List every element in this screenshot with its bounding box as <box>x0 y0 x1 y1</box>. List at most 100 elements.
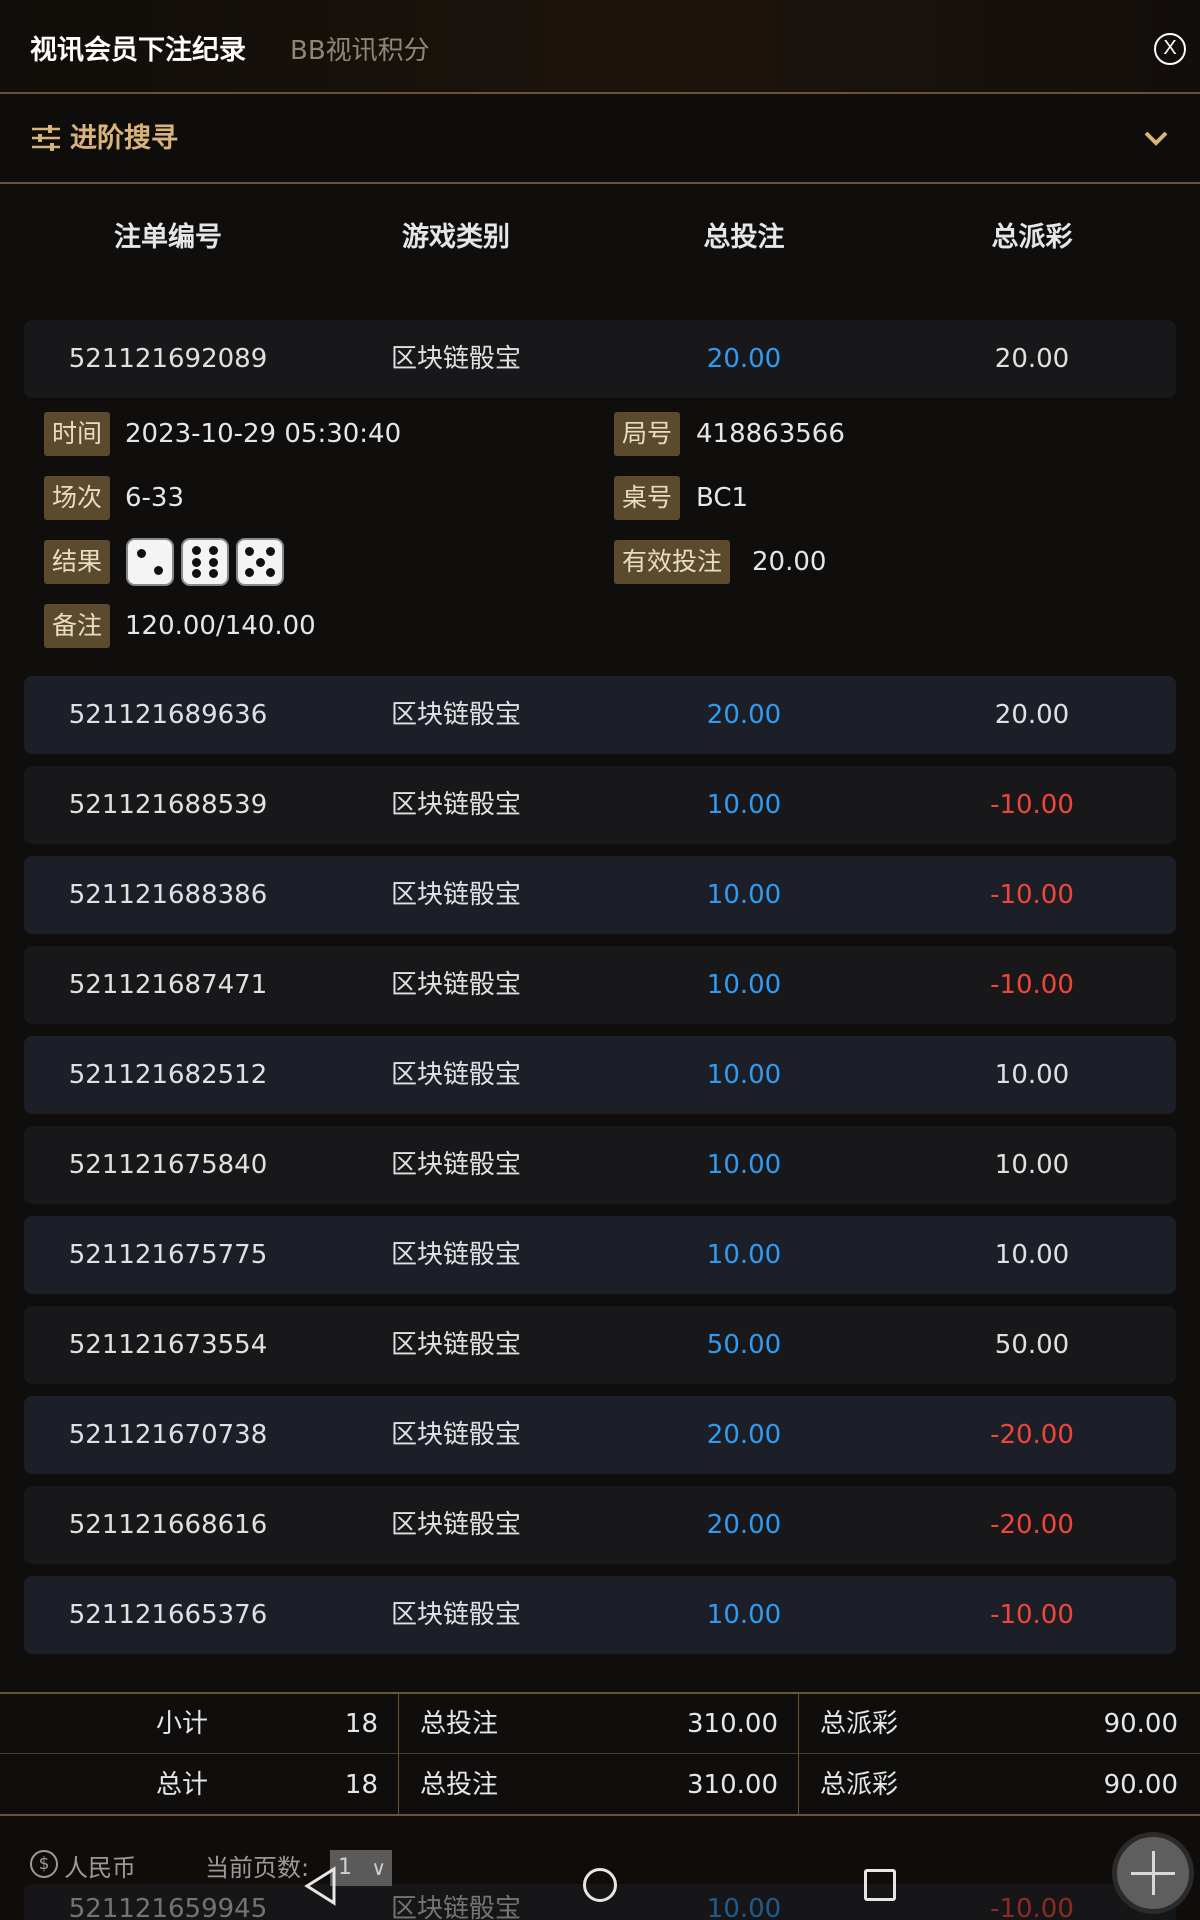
game-type: 区块链骰宝 <box>390 1894 521 1920</box>
table-row-expanded[interactable]: 521121692089 区块链骰宝 20.00 20.00 <box>24 320 1176 398</box>
total-bet: 20.00 <box>706 1510 782 1540</box>
table-value: BC1 <box>696 483 749 513</box>
table-row[interactable]: 521121675840 区块链骰宝 10.00 10.00 <box>24 1126 1176 1204</box>
total-label: 总计 <box>156 1770 209 1800</box>
subtotal-row: 小计 18 总投注 310.00 总派彩 90.00 <box>0 1694 1200 1754</box>
game-type: 区块链骰宝 <box>390 970 521 1000</box>
total-payout: -10.00 <box>990 970 1074 1000</box>
valid-bet-value: 20.00 <box>752 547 827 577</box>
header-bar: 视讯会员下注纪录 BB视讯积分 X <box>0 0 1200 94</box>
game-type: 区块链骰宝 <box>390 1600 521 1630</box>
total-bet: 10.00 <box>706 1894 782 1920</box>
column-header-bet-id: 注单编号 <box>114 222 222 253</box>
back-nav-icon[interactable] <box>304 1866 338 1906</box>
note-tag: 备注 <box>44 604 111 648</box>
floating-add-button[interactable] <box>1112 1832 1194 1914</box>
subtotal-pay: 90.00 <box>1103 1709 1178 1739</box>
total-bet: 20.00 <box>706 1420 782 1450</box>
subtotal-pay-label: 总派彩 <box>820 1709 899 1739</box>
column-header-total-payout: 总派彩 <box>991 222 1073 253</box>
die-icon <box>181 538 229 586</box>
advanced-search-bar[interactable]: 进阶搜寻 <box>0 94 1200 184</box>
note-value: 120.00/140.00 <box>125 611 316 641</box>
total-pay-label: 总派彩 <box>820 1770 899 1800</box>
subtotal-count: 18 <box>344 1709 378 1739</box>
bet-id: 521121675775 <box>68 1240 268 1270</box>
table-tag: 桌号 <box>614 476 681 520</box>
total-payout: -10.00 <box>990 1600 1074 1630</box>
game-type: 区块链骰宝 <box>390 1420 521 1450</box>
table-row[interactable]: 521121670738 区块链骰宝 20.00 -20.00 <box>24 1396 1176 1474</box>
column-header-game-type: 游戏类别 <box>402 222 510 253</box>
total-bet: 10.00 <box>706 1060 782 1090</box>
recent-apps-icon[interactable] <box>864 1869 896 1901</box>
chevron-down-icon: ∨ <box>371 1856 386 1880</box>
summary-panel: 小计 18 总投注 310.00 总派彩 90.00 总计 18 总投注 310… <box>0 1692 1200 1816</box>
total-bet: 20.00 <box>706 344 782 374</box>
valid-bet-tag: 有效投注 <box>614 540 731 584</box>
table-header: 注单编号 游戏类别 总投注 总派彩 <box>24 215 1176 261</box>
game-type: 区块链骰宝 <box>390 880 521 910</box>
game-type: 区块链骰宝 <box>390 1240 521 1270</box>
total-payout: 10.00 <box>994 1060 1070 1090</box>
table-row[interactable]: 521121687471 区块链骰宝 10.00 -10.00 <box>24 946 1176 1024</box>
table-row[interactable]: 521121689636 区块链骰宝 20.00 20.00 <box>24 676 1176 754</box>
subtotal-label: 小计 <box>156 1709 209 1739</box>
game-type: 区块链骰宝 <box>390 344 521 374</box>
table-row[interactable]: 521121682512 区块链骰宝 10.00 10.00 <box>24 1036 1176 1114</box>
current-page-label: 当前页数: <box>205 1854 310 1882</box>
subtotal-bet-label: 总投注 <box>420 1709 499 1739</box>
game-type: 区块链骰宝 <box>390 790 521 820</box>
advanced-search-label: 进阶搜寻 <box>70 123 178 154</box>
table-row[interactable]: 521121688386 区块链骰宝 10.00 -10.00 <box>24 856 1176 934</box>
bet-id: 521121670738 <box>68 1420 268 1450</box>
bet-id: 521121689636 <box>68 700 268 730</box>
round-tag: 局号 <box>614 412 681 456</box>
bet-id: 521121687471 <box>68 970 268 1000</box>
column-header-total-bet: 总投注 <box>703 222 785 253</box>
round-value: 418863566 <box>696 419 845 449</box>
game-type: 区块链骰宝 <box>390 1060 521 1090</box>
total-bet: 50.00 <box>706 1330 782 1360</box>
home-nav-icon[interactable] <box>583 1868 617 1902</box>
total-bet: 10.00 <box>706 970 782 1000</box>
total-bet: 10.00 <box>706 1600 782 1630</box>
total-payout: -20.00 <box>990 1420 1074 1450</box>
total-row: 总计 18 总投注 310.00 总派彩 90.00 <box>0 1755 1200 1815</box>
currency-label[interactable]: 人民币 <box>64 1848 136 1883</box>
close-button[interactable]: X <box>1154 33 1186 65</box>
time-value: 2023-10-29 05:30:40 <box>125 419 402 449</box>
game-type: 区块链骰宝 <box>390 1330 521 1360</box>
total-bet: 310.00 <box>687 1770 778 1800</box>
bet-id: 521121675840 <box>68 1150 268 1180</box>
tab-video-points[interactable]: BB视讯积分 <box>290 30 430 67</box>
game-type: 区块链骰宝 <box>390 700 521 730</box>
page-select[interactable]: 1 ∨ <box>330 1850 392 1886</box>
tab-bet-records[interactable]: 视讯会员下注纪录 <box>30 28 246 67</box>
total-payout: 10.00 <box>994 1150 1070 1180</box>
die-icon <box>236 538 284 586</box>
time-tag: 时间 <box>44 412 111 456</box>
chevron-down-icon[interactable] <box>1142 124 1170 152</box>
table-row[interactable]: 521121675775 区块链骰宝 10.00 10.00 <box>24 1216 1176 1294</box>
total-payout: 50.00 <box>994 1330 1070 1360</box>
total-payout: 20.00 <box>994 344 1070 374</box>
bet-id: 521121673554 <box>68 1330 268 1360</box>
bet-id: 521121665376 <box>68 1600 268 1630</box>
total-bet: 10.00 <box>706 1240 782 1270</box>
bet-id: 521121688386 <box>68 880 268 910</box>
total-bet: 10.00 <box>706 880 782 910</box>
table-row[interactable]: 521121665376 区块链骰宝 10.00 -10.00 <box>24 1576 1176 1654</box>
table-row[interactable]: 521121668616 区块链骰宝 20.00 -20.00 <box>24 1486 1176 1564</box>
result-tag: 结果 <box>44 540 111 584</box>
total-payout: 20.00 <box>994 700 1070 730</box>
subtotal-bet: 310.00 <box>687 1709 778 1739</box>
table-row[interactable]: 521121673554 区块链骰宝 50.00 50.00 <box>24 1306 1176 1384</box>
bet-detail-panel: 时间 2023-10-29 05:30:40 局号 418863566 场次 6… <box>44 412 1164 662</box>
game-type: 区块链骰宝 <box>390 1510 521 1540</box>
filter-sliders-icon <box>32 125 60 151</box>
total-bet: 20.00 <box>706 700 782 730</box>
session-value: 6-33 <box>125 483 185 513</box>
bet-id: 521121692089 <box>68 344 268 374</box>
table-row[interactable]: 521121688539 区块链骰宝 10.00 -10.00 <box>24 766 1176 844</box>
